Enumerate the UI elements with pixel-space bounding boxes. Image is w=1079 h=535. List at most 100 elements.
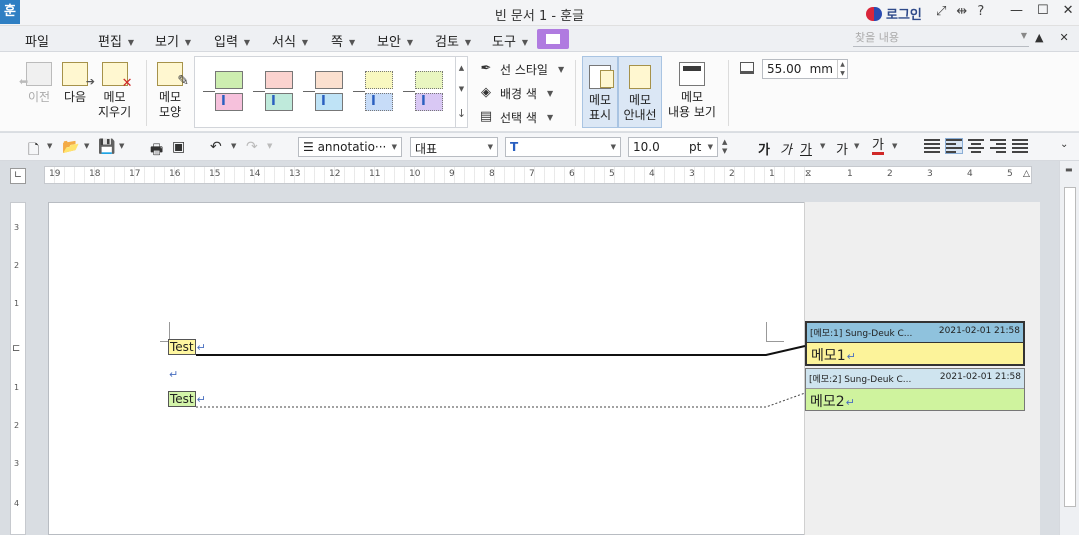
chevron-down-icon[interactable]: ▼ (892, 142, 897, 150)
gallery-scrollbar[interactable]: ▲ ▼ ↓ (455, 57, 467, 127)
collapse-ribbon-icon[interactable]: ▲ (1035, 31, 1043, 44)
chevron-down-icon[interactable]: ▼ (119, 142, 124, 150)
menu-tools[interactable]: 도구 ▼ (492, 31, 528, 50)
ruler-tick: 2 (14, 261, 20, 270)
close-doc-icon[interactable]: ✕ (1059, 31, 1068, 44)
memo-shape-1[interactable] (203, 71, 249, 115)
line-style-button[interactable]: ✒ 선 스타일 ▼ (478, 60, 565, 78)
memo-body[interactable]: 메모2↵ (806, 388, 1024, 410)
underline-button[interactable]: 가 (800, 139, 812, 158)
chevron-down-icon[interactable]: ▼ (84, 142, 89, 150)
font-dropdown[interactable]: T ▼ (505, 137, 621, 157)
menu-view[interactable]: 보기 ▼ (155, 31, 191, 50)
bold-button[interactable]: 가 (758, 139, 770, 158)
justify-icon[interactable] (924, 139, 940, 153)
minimize-button[interactable]: — (1010, 3, 1023, 18)
chevron-down-icon[interactable]: ▼ (1021, 31, 1027, 40)
next-memo-button[interactable]: 다음 (62, 62, 95, 105)
new-doc-icon[interactable]: 🗋 (28, 139, 39, 163)
memo-context-tab[interactable] (537, 29, 569, 49)
redo-icon[interactable]: ↷ (246, 139, 258, 155)
close-button[interactable]: ✕ (1063, 3, 1074, 18)
ruler-tick: 10 (409, 169, 421, 179)
app-logo-icon[interactable]: 훈 (0, 0, 20, 24)
memo-shape-5[interactable] (403, 71, 449, 115)
erase-memo-button[interactable]: 메모 지우기 (98, 62, 133, 120)
annotated-text[interactable]: Test (168, 339, 196, 355)
menu-format[interactable]: 서식 ▼ (272, 31, 308, 50)
indent-marker-icon[interactable]: ⧖ (805, 169, 811, 179)
scroll-down-icon[interactable]: ▼ (459, 85, 464, 93)
menu-security[interactable]: 보안 ▼ (377, 31, 413, 50)
paragraph-3[interactable]: Test ↵ (168, 391, 206, 407)
maximize-button[interactable]: ☐ (1037, 3, 1049, 18)
font-size-input[interactable]: 10.0 pt ▼ (628, 137, 718, 157)
memo-guide-toggle[interactable]: 메모 안내선 (618, 56, 662, 128)
horizontal-ruler[interactable]: 19 18 17 16 15 14 13 12 11 10 9 8 7 6 5 … (44, 166, 1032, 184)
chevron-down-icon[interactable]: ▼ (231, 142, 236, 150)
size-spinner[interactable]: ▲ ▼ (722, 138, 727, 156)
chevron-down-icon[interactable]: ▼ (47, 142, 52, 150)
scroll-thumb[interactable] (1064, 187, 1076, 507)
expand-icon[interactable]: ↓ (457, 107, 466, 120)
chevron-down-icon[interactable]: ▼ (267, 142, 272, 150)
memo-shape-button[interactable]: 메모 모양 (157, 62, 189, 120)
italic-button[interactable]: 가 (780, 139, 792, 158)
paragraph-2[interactable]: ↵ (168, 367, 178, 381)
show-memo-toggle[interactable]: 메모 표시 (582, 56, 618, 128)
memo-shape-4[interactable] (353, 71, 399, 115)
separator (728, 60, 729, 126)
font-color-button[interactable]: 가 (872, 139, 884, 155)
memo-shape-3[interactable] (303, 71, 349, 115)
vertical-scrollbar[interactable]: ▬ (1059, 161, 1079, 535)
find-input[interactable]: 찾을 내용 ▼ (853, 29, 1029, 47)
undo-icon[interactable]: ↶ (210, 139, 222, 155)
fullscreen-icon[interactable]: ⤢ (936, 4, 946, 19)
scroll-split-icon[interactable]: ▬ (1065, 165, 1073, 174)
memo-shape-2[interactable] (253, 71, 299, 115)
memo-box-2[interactable]: [메모:2] Sung-Deuk C... 2021-02-01 21:58 메… (805, 368, 1025, 411)
prev-memo-button[interactable]: 이전 (19, 62, 52, 105)
ruler-tick: 1 (847, 169, 853, 179)
help-icon[interactable]: ? (977, 4, 984, 19)
menu-file[interactable]: 파일 (25, 31, 49, 50)
font-lang-dropdown[interactable]: 대표 ▼ (410, 137, 498, 157)
save-icon[interactable]: 💾 (98, 139, 115, 155)
memo-body[interactable]: 메모1↵ (807, 342, 1023, 364)
right-margin-marker-icon[interactable]: △ (1023, 169, 1030, 179)
chevron-down-icon[interactable]: ▼ (820, 142, 825, 150)
select-color-button[interactable]: ▤ 선택 색 ▼ (478, 108, 564, 126)
menu-page[interactable]: 쪽 ▼ (331, 31, 355, 50)
memo-box-1[interactable]: [메모:1] Sung-Deuk C... 2021-02-01 21:58 메… (805, 321, 1025, 366)
strike-button[interactable]: 가 (836, 139, 848, 158)
vertical-ruler[interactable]: 3 2 1 ⊏ 1 2 3 4 (10, 202, 26, 535)
tab-type-icon[interactable]: ∟ (10, 168, 26, 184)
preview-icon[interactable]: ▣ (172, 139, 185, 155)
paragraph-1[interactable]: Test ↵ (168, 339, 206, 355)
memo-width-input[interactable]: 55.00 mm ▲ ▼ (762, 59, 848, 79)
annotated-text[interactable]: Test (168, 391, 196, 407)
scroll-up-icon[interactable]: ▲ (459, 64, 464, 72)
resize-icon[interactable]: ⇹ (956, 4, 967, 19)
menu-edit[interactable]: 편집 ▼ (98, 31, 134, 50)
margin-marker-icon[interactable]: ⊏ (12, 343, 20, 354)
align-right-icon[interactable] (990, 139, 1006, 153)
align-center-icon[interactable] (968, 139, 984, 153)
login-button[interactable]: 로그인 (866, 4, 922, 23)
bg-color-button[interactable]: ◈ 배경 색 ▼ (478, 84, 564, 102)
ruler-tick: 1 (14, 383, 20, 392)
distribute-icon[interactable] (1012, 139, 1028, 153)
style-dropdown[interactable]: ☰ annotatio··· ▼ (298, 137, 402, 157)
open-folder-icon[interactable]: 📂 (62, 139, 79, 155)
align-left-icon[interactable] (945, 138, 963, 154)
chevron-down-icon[interactable]: ▼ (854, 142, 859, 150)
view-memo-content-button[interactable]: 메모 내용 보기 (668, 62, 716, 120)
memo-shape-gallery: ▲ ▼ ↓ (194, 56, 468, 128)
width-spinner[interactable]: ▲ ▼ (837, 60, 847, 78)
toolbar-more-icon[interactable]: ⌄ (1060, 139, 1068, 150)
connector (203, 91, 215, 92)
print-icon[interactable]: 🖶 (150, 139, 163, 163)
next-memo-icon (62, 62, 95, 89)
menu-review[interactable]: 검토 ▼ (435, 31, 471, 50)
menu-insert[interactable]: 입력 ▼ (214, 31, 250, 50)
